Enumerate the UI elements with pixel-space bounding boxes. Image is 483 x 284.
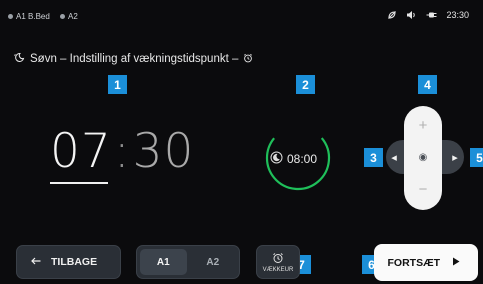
leaf-off-icon	[387, 10, 397, 20]
wake-time[interactable]: 07:30	[50, 128, 194, 175]
page-title: z Søvn – Indstilling af vækningstidspunk…	[14, 52, 253, 66]
zone-label: A2	[68, 12, 78, 21]
marker-2: 2	[296, 75, 315, 94]
marker-1: 1	[108, 75, 127, 94]
continue-button-label: FORTSÆT	[387, 256, 441, 269]
left-arrow-button[interactable]: ◂	[386, 144, 402, 170]
back-button-label: TILBAGE	[51, 256, 98, 268]
plug-icon	[426, 10, 437, 20]
segment-a1[interactable]: A1	[140, 249, 187, 275]
duration-value: 08:00	[287, 152, 318, 166]
right-arrow-button[interactable]: ▸	[446, 144, 464, 170]
marker-3: 3	[364, 148, 383, 167]
alarm-button[interactable]: VÆKKEUR	[256, 245, 300, 279]
zone-label: A1 B.Bed	[16, 12, 50, 21]
time-separator: :	[113, 124, 131, 179]
wake-hours[interactable]: 07	[50, 124, 112, 179]
alarm-icon	[243, 53, 253, 66]
hours-selection-underline	[50, 182, 108, 184]
marker-5: 5	[470, 148, 483, 167]
volume-icon	[406, 10, 417, 20]
zone-dot-icon	[60, 14, 65, 19]
status-icons: 23:30	[387, 10, 469, 20]
arrow-left-icon	[31, 256, 41, 268]
zone-dot-icon	[8, 14, 13, 19]
sleep-icon: z	[14, 52, 25, 66]
back-button[interactable]: TILBAGE	[16, 245, 121, 279]
decrease-button[interactable]: −	[404, 178, 442, 200]
zone-selector: A1 A2	[136, 245, 240, 279]
increase-button[interactable]: +	[404, 114, 442, 136]
wake-minutes[interactable]: 30	[133, 124, 195, 179]
segment-a2[interactable]: A2	[190, 249, 237, 275]
svg-text:z: z	[14, 53, 16, 57]
app-screen: A1 B.Bed A2 23:30 z Søvn – Indstilling a…	[0, 0, 483, 284]
page-title-text: Søvn – Indstilling af vækningstidspunkt …	[30, 53, 239, 65]
clock-time: 23:30	[446, 10, 469, 20]
alarm-clock-icon	[272, 252, 284, 266]
continue-button[interactable]: FORTSÆT	[374, 244, 478, 281]
play-arrow-icon	[452, 257, 460, 269]
duration-label: 08:00	[270, 151, 317, 167]
zone-a2: A2	[60, 12, 78, 21]
alarm-button-label: VÆKKEUR	[262, 266, 294, 273]
zone-a1: A1 B.Bed	[8, 12, 50, 21]
center-select-button[interactable]: ◉	[404, 146, 442, 168]
marker-4: 4	[418, 75, 437, 94]
moon-icon	[270, 151, 283, 167]
status-bar: A1 B.Bed A2 23:30	[0, 0, 483, 30]
